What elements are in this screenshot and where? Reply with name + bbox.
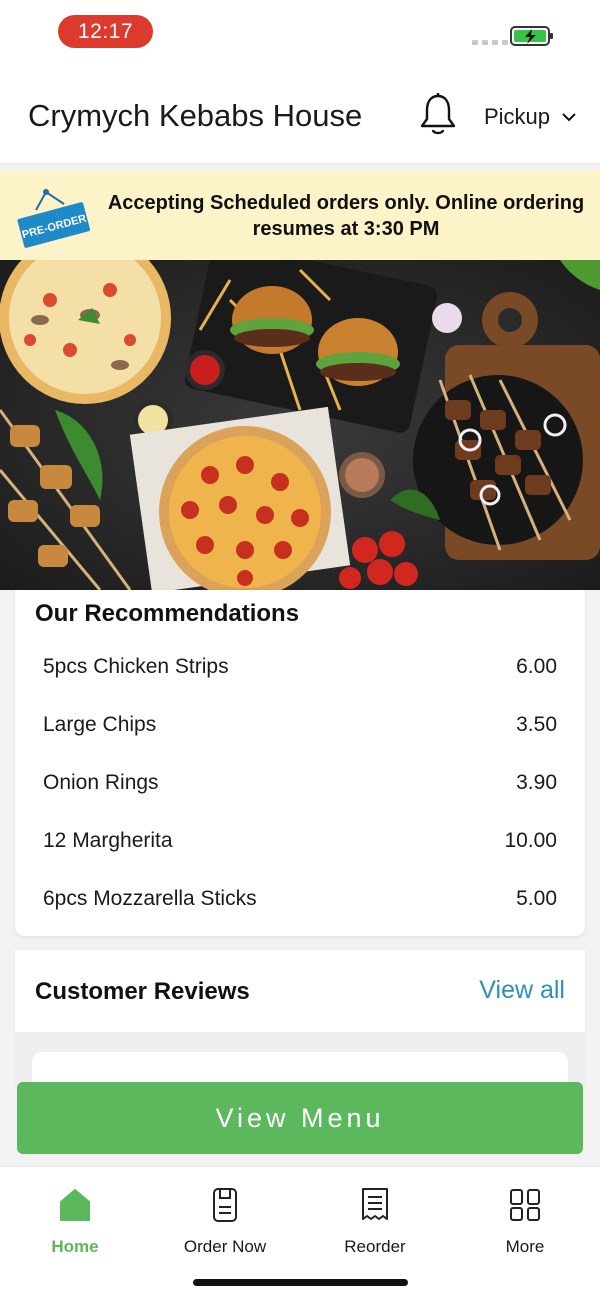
recommendation-item[interactable]: Onion Rings 3.90 [15,754,585,812]
recommendation-item[interactable]: 5pcs Chicken Strips 6.00 [15,638,585,696]
recommendation-item[interactable]: Large Chips 3.50 [15,696,585,754]
tab-order-now[interactable]: Order Now [165,1187,285,1257]
tab-label: More [505,1237,545,1256]
item-name: 5pcs Chicken Strips [43,655,229,678]
recommendations-title: Our Recommendations [35,600,300,627]
home-icon [60,1189,90,1221]
hero-food-image [0,260,600,590]
recommendations-list: 5pcs Chicken Strips 6.00 Large Chips 3.5… [15,638,585,928]
tab-more[interactable]: More [465,1187,585,1257]
customer-reviews-header: Customer Reviews View all [15,950,585,1032]
status-bar: 12:17 [0,0,600,64]
grid-icon [510,1189,540,1221]
item-price: 10.00 [504,829,557,852]
item-name: Large Chips [43,713,157,736]
food-illustration [0,260,600,590]
reviews-title: Customer Reviews [35,978,250,1005]
order-mode-dropdown[interactable]: Pickup [484,104,576,130]
receipt-icon [362,1188,388,1220]
item-name: 12 Margherita [43,829,173,852]
tab-label: Home [51,1237,99,1256]
chevron-down-icon [562,113,576,122]
order-now-icon [213,1188,237,1222]
bell-icon[interactable] [418,92,458,138]
home-indicator [193,1279,408,1286]
battery-charging-icon [510,26,553,46]
recommendation-item[interactable]: 12 Margherita 10.00 [15,812,585,870]
status-time: 12:17 [58,15,153,48]
item-name: Onion Rings [43,771,159,794]
preorder-banner: PRE-ORDER Accepting Scheduled orders onl… [0,170,600,260]
item-price: 3.50 [516,713,557,736]
banner-message: Accepting Scheduled orders only. Online … [107,192,585,240]
view-menu-button[interactable]: View Menu [17,1082,583,1154]
tab-reorder[interactable]: Reorder [315,1187,435,1257]
store-name: Crymych Kebabs House [28,98,363,133]
tab-label: Order Now [183,1237,267,1256]
signal-icon [472,40,508,45]
tab-label: Reorder [344,1237,406,1256]
item-price: 5.00 [516,887,557,910]
app-header: Crymych Kebabs House Pickup [0,64,600,164]
view-all-reviews-link[interactable]: View all [479,976,565,1005]
item-name: 6pcs Mozzarella Sticks [43,887,257,910]
order-mode-label: Pickup [484,104,551,129]
item-price: 3.90 [516,771,557,794]
preorder-sign-icon: PRE-ORDER [17,189,91,248]
tab-home[interactable]: Home [15,1187,135,1257]
recommendations-card: Our Recommendations 5pcs Chicken Strips … [15,590,585,936]
recommendation-item[interactable]: 6pcs Mozzarella Sticks 5.00 [15,870,585,928]
item-price: 6.00 [516,655,557,678]
